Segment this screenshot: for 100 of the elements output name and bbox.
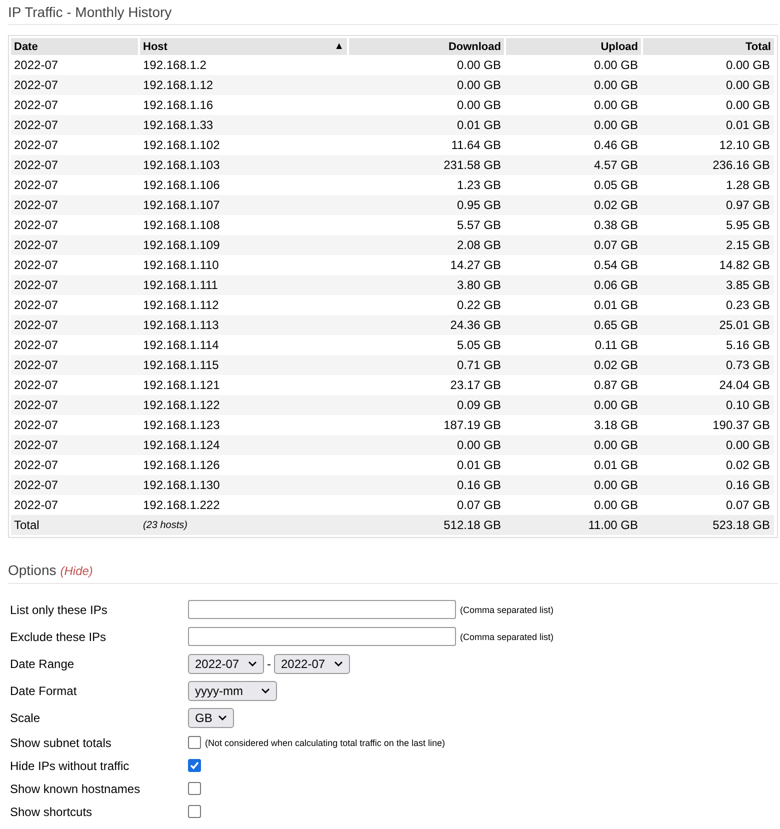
table-cell: 236.16 GB	[642, 155, 774, 175]
column-header[interactable]: Total	[642, 38, 774, 55]
option-label: Date Format	[9, 684, 78, 698]
table-cell: 5.16 GB	[642, 335, 774, 355]
table-cell: 2022-07	[11, 115, 139, 135]
table-cell: 0.02 GB	[505, 355, 642, 375]
dropdown[interactable]: 2022-07	[274, 654, 350, 674]
table-cell: 0.38 GB	[505, 215, 642, 235]
option-label: Date Range	[9, 656, 76, 670]
range-separator: -	[267, 656, 271, 670]
column-header[interactable]: Host	[143, 40, 168, 52]
table-cell: 0.07 GB	[348, 495, 505, 515]
table-cell: 4.57 GB	[505, 155, 642, 175]
table-cell: 0.00 GB	[642, 95, 774, 115]
table-cell: 1.28 GB	[642, 175, 774, 195]
table-cell: 192.168.1.122	[139, 395, 348, 415]
table-cell: 3.18 GB	[505, 415, 642, 435]
table-cell: 0.01 GB	[505, 455, 642, 475]
table-cell: 192.168.1.107	[139, 195, 348, 215]
table-cell: 0.54 GB	[505, 255, 642, 275]
dropdown[interactable]: 2022-07	[188, 654, 264, 674]
table-cell: 0.00 GB	[505, 55, 642, 75]
table-cell: 3.85 GB	[642, 275, 774, 295]
table-cell: 0.00 GB	[505, 95, 642, 115]
table-cell: 0.01 GB	[348, 115, 505, 135]
table-cell: 0.00 GB	[348, 435, 505, 455]
table-cell: 0.00 GB	[348, 75, 505, 95]
hint-text: (Comma separated list)	[460, 604, 554, 614]
table-cell: 192.168.1.102	[139, 135, 348, 155]
option-label: Scale	[9, 710, 42, 724]
table-cell: 2022-07	[11, 175, 139, 195]
table-cell: 0.11 GB	[505, 335, 642, 355]
table-cell: 14.27 GB	[348, 255, 505, 275]
table-cell: 231.58 GB	[348, 155, 505, 175]
table-cell: 3.80 GB	[348, 275, 505, 295]
dropdown[interactable]: GB	[188, 708, 234, 728]
option-label: Show subnet totals	[9, 736, 112, 750]
chevron-down-icon	[261, 688, 270, 694]
table-cell: 11.64 GB	[348, 135, 505, 155]
input-field[interactable]	[188, 627, 456, 646]
chevron-down-icon	[248, 660, 257, 666]
option-label: Exclude these IPs	[9, 630, 108, 644]
table-cell: 0.02 GB	[642, 455, 774, 475]
table-cell: 0.00 GB	[505, 75, 642, 95]
table-cell: 192.168.1.109	[139, 235, 348, 255]
table-cell: 2022-07	[11, 275, 139, 295]
table-cell: 0.00 GB	[505, 115, 642, 135]
table-cell: 2022-07	[11, 255, 139, 275]
chevron-down-icon	[218, 714, 228, 720]
column-header[interactable]: Date	[11, 38, 139, 55]
table-cell: 5.95 GB	[642, 215, 774, 235]
table-cell: 2022-07	[11, 135, 139, 155]
table-cell: 192.168.1.130	[139, 475, 348, 495]
table-cell: 523.18 GB	[642, 515, 774, 535]
table-cell: 192.168.1.2	[139, 55, 348, 75]
dropdown[interactable]: yyyy-mm	[188, 680, 277, 700]
checkbox[interactable]	[188, 805, 201, 818]
table-cell: 2022-07	[11, 195, 139, 215]
table-cell: 24.36 GB	[348, 315, 505, 335]
table-cell: 2.15 GB	[642, 235, 774, 255]
table-cell: 192.168.1.112	[139, 295, 348, 315]
table-cell: 24.04 GB	[642, 375, 774, 395]
table-cell: 0.73 GB	[642, 355, 774, 375]
table-cell: 0.00 GB	[505, 495, 642, 515]
table-cell: 2022-07	[11, 435, 139, 455]
host-count: (23 hosts)	[139, 515, 348, 535]
table-cell: 0.00 GB	[348, 55, 505, 75]
table-cell: 0.95 GB	[348, 195, 505, 215]
table-cell: 0.00 GB	[642, 75, 774, 95]
table-cell: 192.168.1.123	[139, 415, 348, 435]
table-cell: 192.168.1.115	[139, 355, 348, 375]
table-cell: 25.01 GB	[642, 315, 774, 335]
column-header[interactable]: Download	[348, 38, 505, 55]
table-cell: 2022-07	[11, 455, 139, 475]
table-cell: 192.168.1.222	[139, 495, 348, 515]
checkbox[interactable]	[188, 736, 201, 749]
table-cell: 2022-07	[11, 155, 139, 175]
sort-ascending-icon: ▲	[334, 40, 344, 52]
section-title: Options	[8, 562, 56, 578]
table-cell: 2022-07	[11, 475, 139, 495]
option-label: Hide IPs without traffic	[9, 758, 130, 772]
table-cell: 192.168.1.111	[139, 275, 348, 295]
table-cell: 0.71 GB	[348, 355, 505, 375]
table-cell: 0.16 GB	[348, 475, 505, 495]
input-field[interactable]	[188, 600, 456, 619]
table-cell: 0.09 GB	[348, 395, 505, 415]
table-cell: 0.01 GB	[348, 455, 505, 475]
table-cell: 2022-07	[11, 315, 139, 335]
table-cell: 0.07 GB	[642, 495, 774, 515]
table-cell: 0.65 GB	[505, 315, 642, 335]
hint-text: (Comma separated list)	[460, 632, 554, 642]
table-cell: 0.00 GB	[505, 475, 642, 495]
table-cell: 192.168.1.33	[139, 115, 348, 135]
table-cell: 192.168.1.106	[139, 175, 348, 195]
hide-link[interactable]: (Hide)	[60, 564, 93, 578]
column-header[interactable]: Upload	[505, 38, 642, 55]
table-cell: 0.00 GB	[505, 395, 642, 415]
checkbox[interactable]	[188, 782, 201, 795]
checkbox[interactable]	[188, 759, 201, 772]
table-cell: 192.168.1.16	[139, 95, 348, 115]
